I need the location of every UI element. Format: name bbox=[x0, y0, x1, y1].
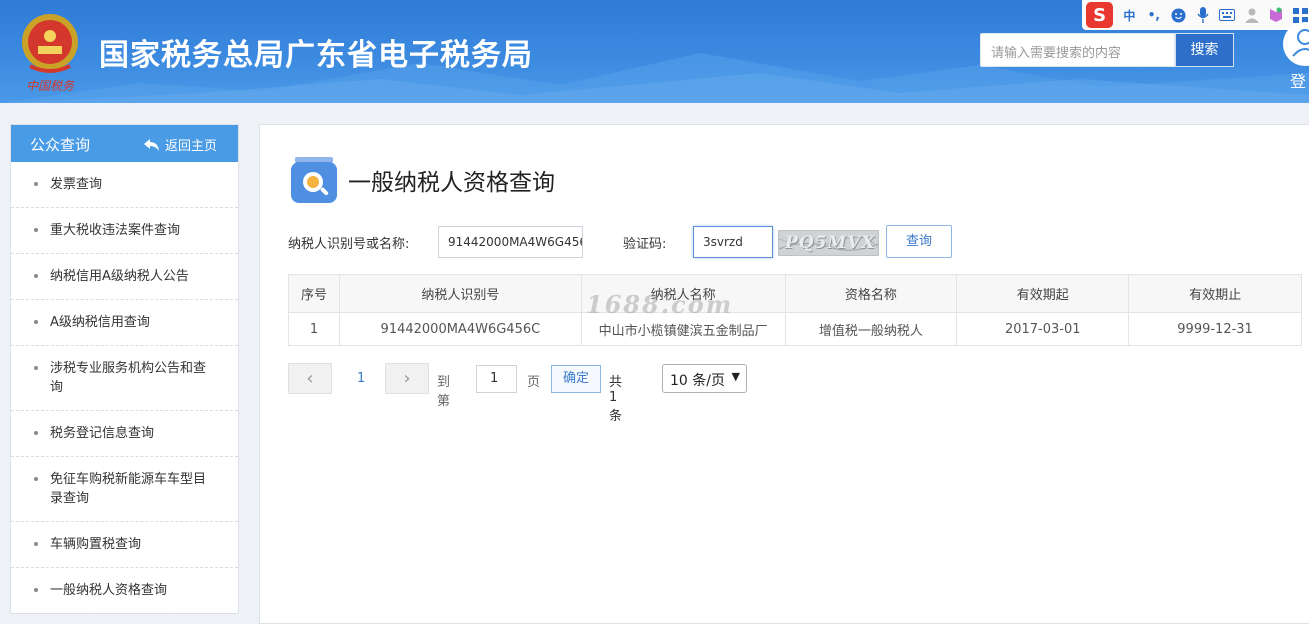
table-header-row: 序号 纳税人识别号 纳税人名称 资格名称 有效期起 有效期止 bbox=[288, 274, 1302, 313]
taxpayer-id-label: 纳税人识别号或名称: bbox=[288, 237, 410, 252]
national-emblem-logo: 中国税务 bbox=[16, 10, 84, 94]
page-size-value: 10 条/页 bbox=[670, 373, 725, 389]
search-document-icon bbox=[291, 157, 337, 203]
sidebar-item-violation-cases[interactable]: 重大税收违法案件查询 bbox=[11, 208, 238, 254]
captcha-input[interactable]: 3svrzd bbox=[693, 226, 773, 258]
cell-taxpayer-name: 中山市小榄镇健滨五金制品厂 bbox=[580, 312, 786, 346]
ime-toolbar: S 中 •, bbox=[1082, 0, 1309, 30]
sidebar-title: 公众查询 bbox=[30, 136, 91, 154]
sidebar-item-invoice-query[interactable]: 发票查询 bbox=[11, 162, 238, 208]
main-panel: 一般纳税人资格查询 纳税人识别号或名称: 91442000MA4W6G456 验… bbox=[259, 124, 1309, 624]
table-row: 1 91442000MA4W6G456C 中山市小榄镇健滨五金制品厂 增值税一般… bbox=[288, 312, 1302, 346]
cell-valid-to: 9999-12-31 bbox=[1128, 312, 1302, 346]
cell-valid-from: 2017-03-01 bbox=[956, 312, 1130, 346]
query-button[interactable]: 查询 bbox=[886, 225, 952, 258]
col-header-index: 序号 bbox=[288, 274, 340, 313]
toolbox-icon[interactable] bbox=[1293, 7, 1309, 24]
skin-icon[interactable] bbox=[1268, 7, 1284, 24]
col-header-valid-to: 有效期止 bbox=[1128, 274, 1302, 313]
goto-page-input[interactable]: 1 bbox=[476, 365, 517, 393]
emoji-icon[interactable] bbox=[1170, 7, 1186, 24]
keyboard-icon[interactable] bbox=[1219, 7, 1236, 24]
sogou-ime-icon[interactable]: S bbox=[1086, 2, 1114, 28]
goto-confirm-button[interactable]: 确定 bbox=[551, 365, 601, 393]
page-unit-label: 页 bbox=[527, 375, 541, 390]
search-button[interactable]: 搜索 bbox=[1175, 33, 1234, 67]
microphone-icon[interactable] bbox=[1195, 7, 1211, 24]
page-number-current[interactable]: 1 bbox=[357, 371, 365, 386]
login-label[interactable]: 登 bbox=[1290, 68, 1306, 92]
site-title: 国家税务总局广东省电子税务局 bbox=[99, 38, 533, 73]
captcha-label: 验证码: bbox=[623, 237, 667, 252]
col-header-valid-from: 有效期起 bbox=[956, 274, 1130, 313]
chinese-mode-icon[interactable]: 中 bbox=[1121, 7, 1137, 24]
col-header-taxpayer-id: 纳税人识别号 bbox=[338, 274, 582, 313]
back-arrow-icon bbox=[144, 138, 159, 151]
next-page-button[interactable]: › bbox=[385, 363, 429, 394]
captcha-image-text: PQ5MVX bbox=[785, 233, 876, 253]
sidebar: 公众查询 返回主页 发票查询 重大税收违法案件查询 纳税信用A级纳税人公告 A级… bbox=[10, 124, 239, 614]
sidebar-item-general-taxpayer[interactable]: 一般纳税人资格查询 bbox=[11, 568, 238, 614]
cell-qualification: 增值税一般纳税人 bbox=[784, 312, 958, 346]
col-header-qualification: 资格名称 bbox=[784, 274, 958, 313]
search-input[interactable]: 请输入需要搜索的内容 bbox=[980, 33, 1175, 67]
taxpayer-id-input[interactable]: 91442000MA4W6G456 bbox=[438, 226, 583, 258]
punctuation-icon[interactable]: •, bbox=[1146, 7, 1162, 24]
col-header-taxpayer-name: 纳税人名称 bbox=[580, 274, 786, 313]
goto-label: 到第 bbox=[437, 375, 451, 409]
captcha-image[interactable]: PQ5MVX bbox=[778, 230, 879, 256]
back-home-link[interactable]: 返回主页 bbox=[144, 135, 217, 154]
sidebar-item-tax-registration[interactable]: 税务登记信息查询 bbox=[11, 411, 238, 457]
user-icon[interactable] bbox=[1244, 7, 1260, 24]
chevron-down-icon: ▼ bbox=[731, 370, 740, 383]
results-table: 序号 纳税人识别号 纳税人名称 资格名称 有效期起 有效期止 1 9144200… bbox=[288, 274, 1302, 346]
prev-page-button[interactable]: ‹ bbox=[288, 363, 332, 394]
sidebar-header: 公众查询 返回主页 bbox=[11, 125, 238, 162]
back-home-label: 返回主页 bbox=[165, 139, 218, 154]
sidebar-item-new-energy-vehicles[interactable]: 免征车购税新能源车车型目录查询 bbox=[11, 457, 238, 522]
sidebar-item-a-level-credit-query[interactable]: A级纳税信用查询 bbox=[11, 300, 238, 346]
page-title: 一般纳税人资格查询 bbox=[348, 170, 555, 196]
login-avatar[interactable] bbox=[1283, 22, 1309, 66]
site-header: 中国税务 国家税务总局广东省电子税务局 请输入需要搜索的内容 搜索 S 中 •,… bbox=[0, 0, 1309, 103]
cell-index: 1 bbox=[288, 312, 340, 346]
total-count: 共 1 条 bbox=[609, 375, 623, 424]
page-size-select[interactable]: 10 条/页 ▼ bbox=[662, 364, 747, 393]
cell-taxpayer-id: 91442000MA4W6G456C bbox=[338, 312, 582, 346]
svg-text:中国税务: 中国税务 bbox=[26, 79, 75, 93]
sidebar-item-tax-service-agencies[interactable]: 涉税专业服务机构公告和查询 bbox=[11, 346, 238, 411]
sidebar-item-vehicle-purchase-tax[interactable]: 车辆购置税查询 bbox=[11, 522, 238, 568]
sidebar-item-a-level-announcement[interactable]: 纳税信用A级纳税人公告 bbox=[11, 254, 238, 300]
